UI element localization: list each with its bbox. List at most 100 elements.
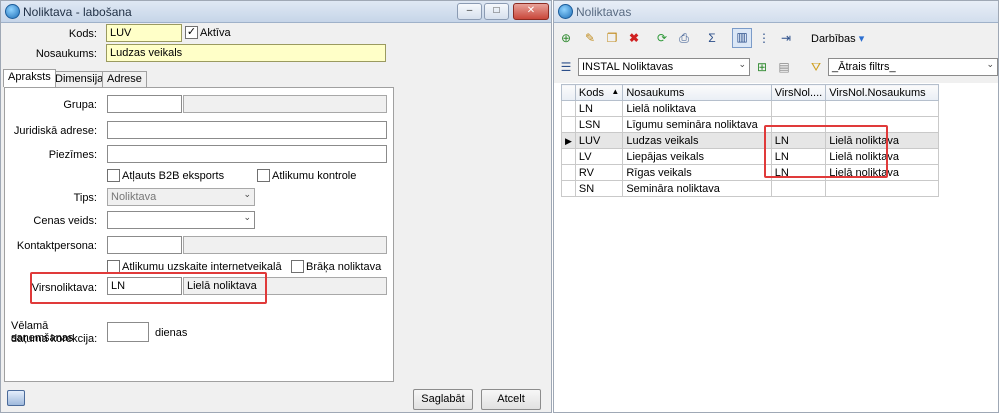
tree-view-icon[interactable]: ⋮ (756, 30, 772, 46)
tab-adrese[interactable]: Adrese (102, 71, 147, 87)
refresh-icon[interactable]: ⟳ (654, 30, 670, 46)
cell-kods: LSN (574, 116, 624, 133)
grid-view-icon[interactable]: ▥ (732, 28, 752, 48)
virsnoliktava-columns-highlight (764, 125, 888, 178)
save-button[interactable]: Saglabāt (413, 389, 473, 410)
cell-nosaukums: Lielā noliktava (622, 100, 772, 117)
row-indicator (561, 164, 576, 181)
atlikumu-kontrole-checkbox[interactable] (257, 169, 270, 182)
new-record-icon[interactable]: ⊕ (558, 30, 574, 46)
braka-label: Brāķa noliktava (306, 261, 382, 273)
atlikumu-kontrole-label: Atlikumu kontrole (272, 170, 357, 182)
b2b-export-label: Atļauts B2B eksports (122, 170, 225, 182)
column-header-kods[interactable]: Kods ▲ (574, 84, 624, 101)
cell-kods: RV (574, 164, 624, 181)
filter-icon[interactable]: ⛛ (808, 59, 824, 75)
sort-asc-icon: ▲ (611, 86, 620, 96)
actions-label: Darbības (811, 33, 856, 45)
layout-select[interactable]: INSTAL Noliktavas ⌄ (578, 58, 750, 76)
add-layout-icon[interactable]: ⊞ (754, 59, 770, 75)
virsnoliktava-highlight (30, 272, 267, 304)
column-kods-label: Kods (578, 86, 604, 99)
row-indicator (561, 116, 576, 133)
nosaukums-label: Nosaukums: (35, 48, 97, 60)
quick-filter-select[interactable]: _Ātrais filtrs_ ⌄ (828, 58, 998, 76)
kods-input[interactable]: LUV (106, 24, 182, 42)
app-icon (558, 4, 573, 19)
chevron-down-icon: ⌄ (243, 189, 251, 199)
kontaktpersona-label: Kontaktpersona: (16, 240, 97, 252)
warehouse-list-window: Noliktavas ⊕ ✎ ❐ ✖ ⟳ ⎙ Σ ▥ ⋮ ⇥ Darbības … (553, 0, 999, 413)
cell-kods: LN (574, 100, 624, 117)
cell-nosaukums: Semināra noliktava (622, 180, 772, 197)
cell-nosaukums: Ludzas veikals (622, 132, 772, 149)
layout-settings-icon[interactable]: ▤ (776, 59, 792, 75)
grupa-label: Grupa: (63, 99, 97, 111)
column-header-nosaukums[interactable]: Nosaukums (622, 84, 772, 101)
grid-header-row: Kods ▲ Nosaukums VirsNol.... VirsNol.Nosa… (561, 84, 939, 101)
maximize-button[interactable]: □ (484, 3, 509, 20)
tips-value: Noliktava (111, 191, 157, 203)
structure-icon[interactable]: ⇥ (778, 30, 794, 46)
cell-virsnol (770, 100, 827, 117)
row-indicator (561, 180, 576, 197)
velama-label-line2: datuma korekcija: (11, 333, 98, 345)
kods-label: Kods: (68, 28, 97, 40)
nosaukums-input[interactable]: Ludzas veikals (106, 44, 386, 62)
grupa-code-input[interactable] (107, 95, 182, 113)
table-row[interactable]: SN Semināra noliktava (561, 180, 939, 197)
aktiva-label: Aktīva (200, 27, 231, 39)
juridiska-adrese-label: Juridiskā adrese: (13, 125, 97, 137)
cenas-veids-label: Cenas veids: (33, 215, 97, 227)
chevron-down-icon: ⌄ (986, 59, 994, 69)
cell-virsnol (770, 180, 827, 197)
cell-nosaukums: Rīgas veikals (622, 164, 772, 181)
window-menu-icon[interactable] (7, 390, 25, 406)
cancel-button[interactable]: Atcelt (481, 389, 541, 410)
print-icon[interactable]: ⎙ (676, 30, 692, 46)
juridiska-adrese-input[interactable] (107, 121, 387, 139)
braka-checkbox[interactable] (291, 260, 304, 273)
chevron-down-icon: ⌄ (738, 59, 746, 69)
copy-record-icon[interactable]: ❐ (604, 30, 620, 46)
piezimes-label: Piezīmes: (48, 149, 97, 161)
delete-record-icon[interactable]: ✖ (626, 30, 642, 46)
b2b-export-checkbox[interactable] (107, 169, 120, 182)
cell-kods: LUV (574, 132, 624, 149)
app-icon (5, 4, 20, 19)
velama-korekcija-input[interactable] (107, 322, 149, 342)
edit-record-icon[interactable]: ✎ (582, 30, 598, 46)
chevron-down-icon: ⌄ (243, 212, 251, 222)
warehouse-edit-window: Noliktava - labošana – □ ✕ Kods: LUV ✓ A… (0, 0, 552, 413)
close-button[interactable]: ✕ (513, 3, 549, 20)
table-row[interactable]: LN Lielā noliktava (561, 100, 939, 117)
kontaktpersona-code-input[interactable] (107, 236, 182, 254)
actions-menu[interactable]: Darbības ▾ (811, 32, 864, 45)
cell-kods: LV (574, 148, 624, 165)
piezimes-input[interactable] (107, 145, 387, 163)
cell-kods: SN (574, 180, 624, 197)
list-window-titlebar[interactable]: Noliktavas (554, 1, 998, 23)
cell-nosaukums: Liepājas veikals (622, 148, 772, 165)
aktiva-checkbox[interactable]: ✓ (185, 26, 198, 39)
layout-icon: ☰ (560, 60, 572, 74)
cenas-veids-select[interactable]: ⌄ (107, 211, 255, 229)
tips-select[interactable]: Noliktava ⌄ (107, 188, 255, 206)
edit-window-title: Noliktava - labošana (23, 5, 132, 19)
layout-value: INSTAL Noliktavas (582, 61, 674, 73)
sum-icon[interactable]: Σ (704, 30, 720, 46)
row-indicator: ▶ (561, 132, 576, 149)
tips-label: Tips: (73, 192, 97, 204)
kontaktpersona-name-field (183, 236, 387, 254)
current-row-arrow-icon: ▶ (565, 135, 572, 146)
list-window-title: Noliktavas (576, 5, 632, 19)
cell-nosaukums: Līgumu semināra noliktava (622, 116, 772, 133)
column-header-virsnol[interactable]: VirsNol.... (770, 84, 827, 101)
row-indicator (561, 100, 576, 117)
cell-virsnol-nosaukums (825, 100, 939, 117)
edit-window-titlebar[interactable]: Noliktava - labošana – □ ✕ (1, 1, 551, 23)
dienas-label: dienas (155, 327, 188, 339)
column-header-virsnol-nosaukums[interactable]: VirsNol.Nosaukums (825, 84, 939, 101)
tab-apraksts[interactable]: Apraksts (3, 69, 56, 87)
minimize-button[interactable]: – (457, 3, 482, 20)
